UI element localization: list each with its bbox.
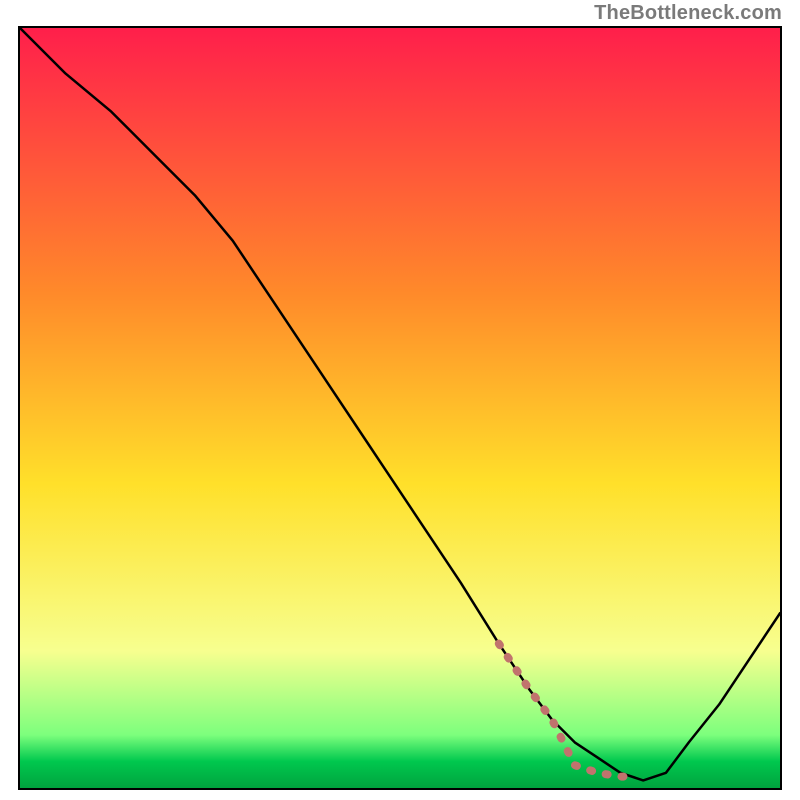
gradient-background	[20, 28, 780, 788]
bottleneck-chart	[20, 28, 780, 788]
watermark-label: TheBottleneck.com	[594, 2, 782, 25]
